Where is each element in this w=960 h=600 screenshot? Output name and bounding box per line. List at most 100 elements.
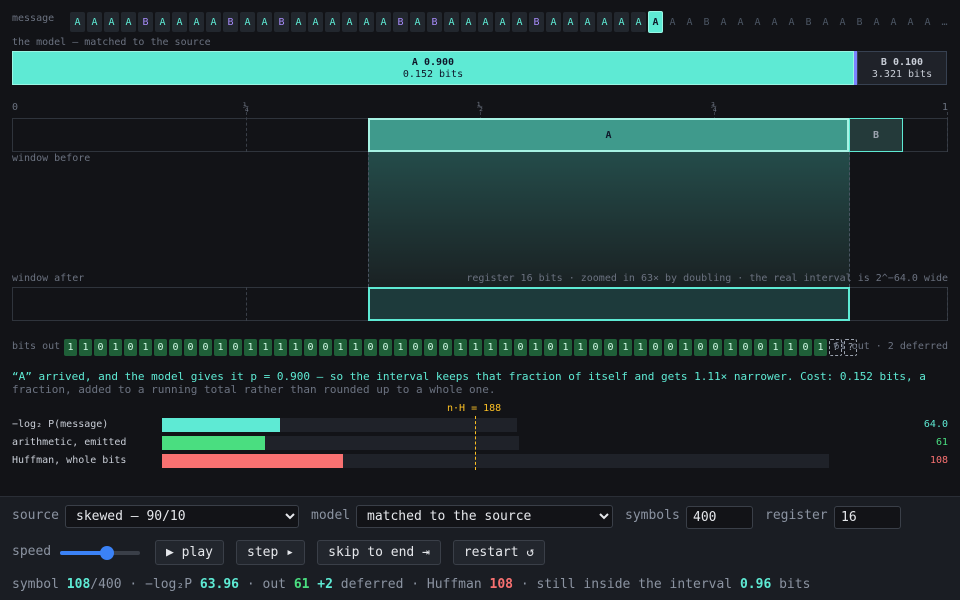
message-symbol: A — [444, 12, 459, 32]
zoom-funnel — [368, 152, 850, 287]
step-explanation-main: “A” arrived, and the model gives it p = … — [12, 370, 926, 383]
bits-out-label: bits out — [12, 341, 61, 352]
model-caption: the model — matched to the source — [12, 37, 211, 48]
message-symbol: A — [546, 12, 561, 32]
model-a-bits: 0.152 bits — [402, 69, 464, 80]
cmp-fill-entropy — [162, 418, 280, 432]
status-deferred-value: +2 — [317, 577, 333, 592]
cmp-track-huffman — [162, 454, 829, 468]
output-bit: 0 — [409, 339, 422, 356]
nh-marker-line — [475, 416, 476, 470]
output-bit: 1 — [679, 339, 692, 356]
cmp-label-arithmetic: arithmetic, emitted — [12, 437, 127, 448]
model-b-bits: 3.321 bits — [871, 69, 933, 80]
message-symbol: A — [669, 16, 676, 28]
output-bit: 1 — [394, 339, 407, 356]
play-button[interactable]: ▶ play — [155, 540, 224, 565]
message-symbol: A — [512, 12, 527, 32]
output-bit: 1 — [769, 339, 782, 356]
grid-line — [947, 287, 948, 321]
message-symbol: A — [495, 12, 510, 32]
message-symbol: A — [737, 16, 744, 28]
output-bit: 0 — [154, 339, 167, 356]
output-bit: 0 — [229, 339, 242, 356]
output-bit: 1 — [259, 339, 272, 356]
message-symbol: A — [873, 16, 880, 28]
message-symbol: A — [257, 12, 272, 32]
cmp-track-arithmetic — [162, 436, 519, 450]
nh-marker-label: n·H = 188 — [447, 403, 502, 414]
register-input[interactable] — [834, 506, 901, 529]
status-neglog-value: 63.96 — [199, 577, 240, 592]
message-symbol: A — [631, 12, 646, 32]
status-neglog-label: · −log₂P — [129, 577, 193, 592]
status-deferred-label: deferred · Huffman — [340, 577, 482, 592]
skip-to-end-button[interactable]: skip to end ⇥ — [317, 540, 441, 565]
window-after-label: window after — [12, 273, 85, 284]
step-explanation: “A” arrived, and the model gives it p = … — [12, 370, 948, 396]
grid-line — [246, 287, 247, 321]
output-bit: 0 — [604, 339, 617, 356]
message-symbol: A — [410, 12, 425, 32]
message-symbol: A — [580, 12, 595, 32]
output-bit: 1 — [469, 339, 482, 356]
symbols-label: symbols — [625, 508, 680, 523]
output-bit: 1 — [274, 339, 287, 356]
model-b-segment: B 0.100 3.321 bits — [857, 51, 947, 85]
source-label: source — [12, 508, 59, 523]
output-bit: 0 — [649, 339, 662, 356]
output-bit: 1 — [79, 339, 92, 356]
cmp-value-huffman: 108 — [929, 455, 948, 466]
message-symbol: A — [308, 12, 323, 32]
output-bit: 1 — [334, 339, 347, 356]
message-symbol: B — [223, 12, 238, 32]
output-bit: 0 — [754, 339, 767, 356]
cmp-fill-arithmetic — [162, 436, 265, 450]
output-bit: 1 — [349, 339, 362, 356]
output-bit: 1 — [529, 339, 542, 356]
output-bit: 1 — [139, 339, 152, 356]
message-symbol: A — [614, 12, 629, 32]
message-symbol: A — [788, 16, 795, 28]
output-bit: 1 — [784, 339, 797, 356]
cmp-fill-huffman — [162, 454, 343, 468]
speed-label: speed — [12, 544, 52, 559]
symbols-input[interactable] — [686, 506, 753, 529]
cmp-track-entropy — [162, 418, 517, 432]
output-bit: 1 — [244, 339, 257, 356]
output-bit: 0 — [379, 339, 392, 356]
output-bit: 0 — [514, 339, 527, 356]
message-symbol: A — [206, 12, 221, 32]
model-select[interactable]: matched to the source — [356, 505, 613, 528]
message-symbol: A — [839, 16, 846, 28]
restart-button[interactable]: restart ↺ — [453, 540, 545, 565]
output-bit: 1 — [724, 339, 737, 356]
output-bit: 0 — [694, 339, 707, 356]
message-symbol: A — [121, 12, 136, 32]
message-symbol: A — [342, 12, 357, 32]
source-select[interactable]: skewed — 90/10 — [65, 505, 299, 528]
speed-slider-thumb[interactable] — [99, 546, 114, 560]
message-symbol: A — [240, 12, 255, 32]
output-bit: 0 — [664, 339, 677, 356]
message-symbol: A — [822, 16, 829, 28]
cmp-label-entropy: −log₂ P(message) — [12, 419, 109, 430]
message-symbol: A — [172, 12, 187, 32]
status-bits-word: bits — [779, 577, 811, 592]
window-before-label: window before — [12, 153, 91, 164]
message-symbol: A — [648, 11, 663, 33]
output-bit: 1 — [634, 339, 647, 356]
output-bit: 0 — [544, 339, 557, 356]
step-button[interactable]: step ▸ — [236, 540, 305, 565]
message-symbol: A — [291, 12, 306, 32]
message-symbol: B — [274, 12, 289, 32]
output-bit: 1 — [109, 339, 122, 356]
message-symbol: B — [427, 12, 442, 32]
status-symbol-num: 108 — [66, 577, 91, 592]
output-bit: 1 — [484, 339, 497, 356]
output-bit: 0 — [799, 339, 812, 356]
message-symbol: B — [805, 16, 812, 28]
speed-slider[interactable] — [60, 546, 140, 560]
output-bit: 0 — [364, 339, 377, 356]
message-symbol: B — [856, 16, 863, 28]
